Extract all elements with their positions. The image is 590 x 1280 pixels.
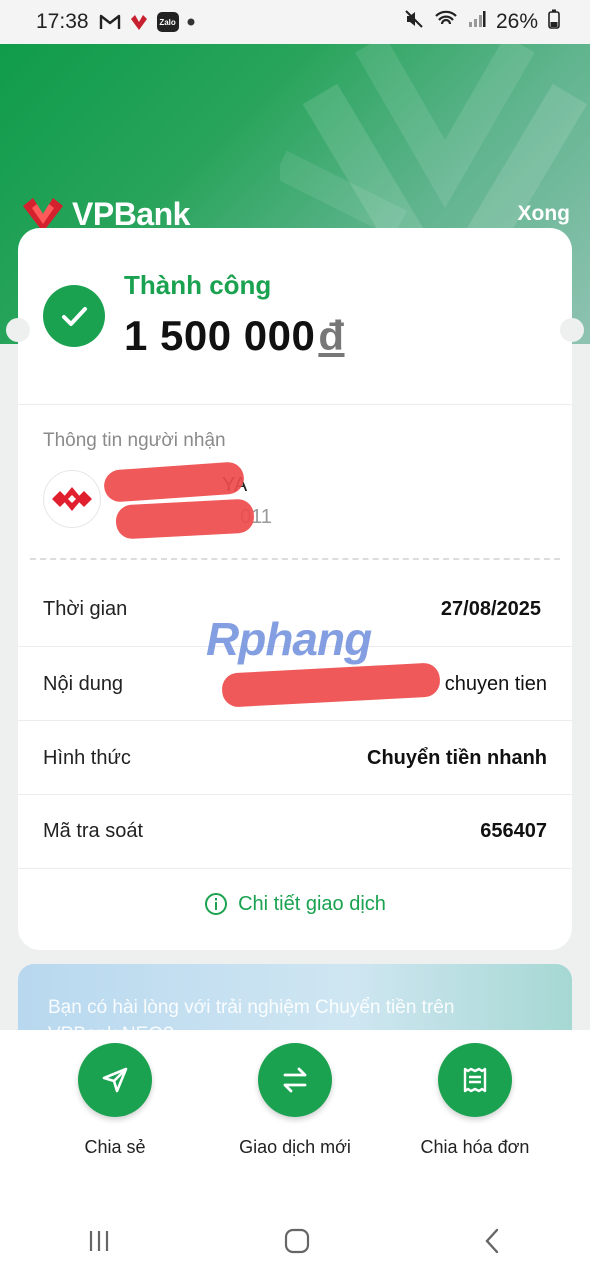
- recipient-section-label: Thông tin người nhận: [43, 430, 226, 451]
- back-icon[interactable]: [482, 1227, 504, 1260]
- receipt-icon: [438, 1043, 512, 1117]
- recipient-bank-icon: [43, 470, 101, 528]
- success-check-icon: [43, 285, 105, 347]
- ticket-notch-right: [560, 318, 584, 342]
- detail-value: 27/08/2025: [440, 598, 541, 620]
- share-button[interactable]: Chia sẻ: [30, 1043, 200, 1158]
- ticket-notch-left: [6, 318, 30, 342]
- send-icon: [78, 1043, 152, 1117]
- share-label: Chia sẻ: [84, 1137, 146, 1157]
- mute-icon: [404, 9, 424, 35]
- detail-value: 656407: [480, 820, 547, 842]
- brand-name: VPBank: [72, 195, 190, 232]
- redaction-mark: [115, 498, 255, 540]
- new-transaction-label: Giao dịch mới: [239, 1137, 351, 1157]
- survey-banner-line: Bạn có hài lòng với trải nghiệm Chuyển t…: [48, 997, 455, 1018]
- currency-symbol: đ: [318, 312, 345, 359]
- survey-banner-line: VPBank NEO?: [48, 1021, 454, 1030]
- system-navigation-bar: [0, 1206, 590, 1280]
- zalo-icon: Zalo: [156, 12, 179, 32]
- info-icon: [205, 893, 228, 915]
- transaction-details-link[interactable]: Chi tiết giao dịch: [18, 892, 572, 916]
- swap-arrows-icon: [258, 1043, 332, 1117]
- more-notifications-dot-icon: [187, 18, 195, 26]
- detail-value: Chuyển tiền nhanh: [367, 747, 547, 769]
- watermark-text: Rphang: [206, 613, 372, 665]
- transaction-details-label: Chi tiết giao dịch: [238, 892, 386, 915]
- transfer-amount: 1 500 000đ: [124, 312, 345, 360]
- detail-label: Hình thức: [43, 747, 131, 769]
- signal-icon: [468, 10, 486, 34]
- battery-level: 26%: [495, 10, 538, 33]
- row-divider: [18, 868, 572, 869]
- done-button[interactable]: Xong: [518, 202, 571, 226]
- dashed-separator: [30, 558, 560, 560]
- wifi-icon: [434, 9, 458, 35]
- status-time: 17:38: [36, 10, 89, 33]
- home-icon[interactable]: [283, 1227, 311, 1260]
- detail-label: Mã tra soát: [43, 820, 144, 842]
- detail-row-reference: Mã tra soát 656407: [43, 795, 547, 868]
- survey-banner[interactable]: Bạn có hài lòng với trải nghiệm Chuyển t…: [18, 964, 572, 1030]
- detail-value: chuyen tien: [444, 673, 547, 695]
- detail-row-method: Hình thức Chuyển tiền nhanh: [43, 722, 547, 795]
- transaction-result-card: Thành công 1 500 000đ Thông tin người nh…: [18, 228, 572, 950]
- recent-apps-icon[interactable]: [86, 1228, 112, 1259]
- amount-value: 1 500 000: [124, 312, 316, 359]
- battery-icon: [548, 9, 560, 35]
- detail-label: Thời gian: [43, 598, 128, 620]
- row-divider: [18, 720, 572, 721]
- status-title: Thành công: [124, 270, 272, 300]
- split-bill-button[interactable]: Chia hóa đơn: [390, 1043, 560, 1158]
- split-bill-label: Chia hóa đơn: [420, 1137, 530, 1157]
- new-transaction-button[interactable]: Giao dịch mới: [210, 1043, 380, 1158]
- gmail-icon: [99, 13, 121, 31]
- status-bar: 17:38 Zalo 26%: [0, 0, 590, 44]
- vpbank-notification-icon: [129, 13, 149, 31]
- survey-banner-text: Bạn có hài lòng với trải nghiệm Chuyển t…: [48, 994, 454, 1030]
- divider: [18, 404, 572, 405]
- detail-label: Nội dung: [43, 673, 124, 695]
